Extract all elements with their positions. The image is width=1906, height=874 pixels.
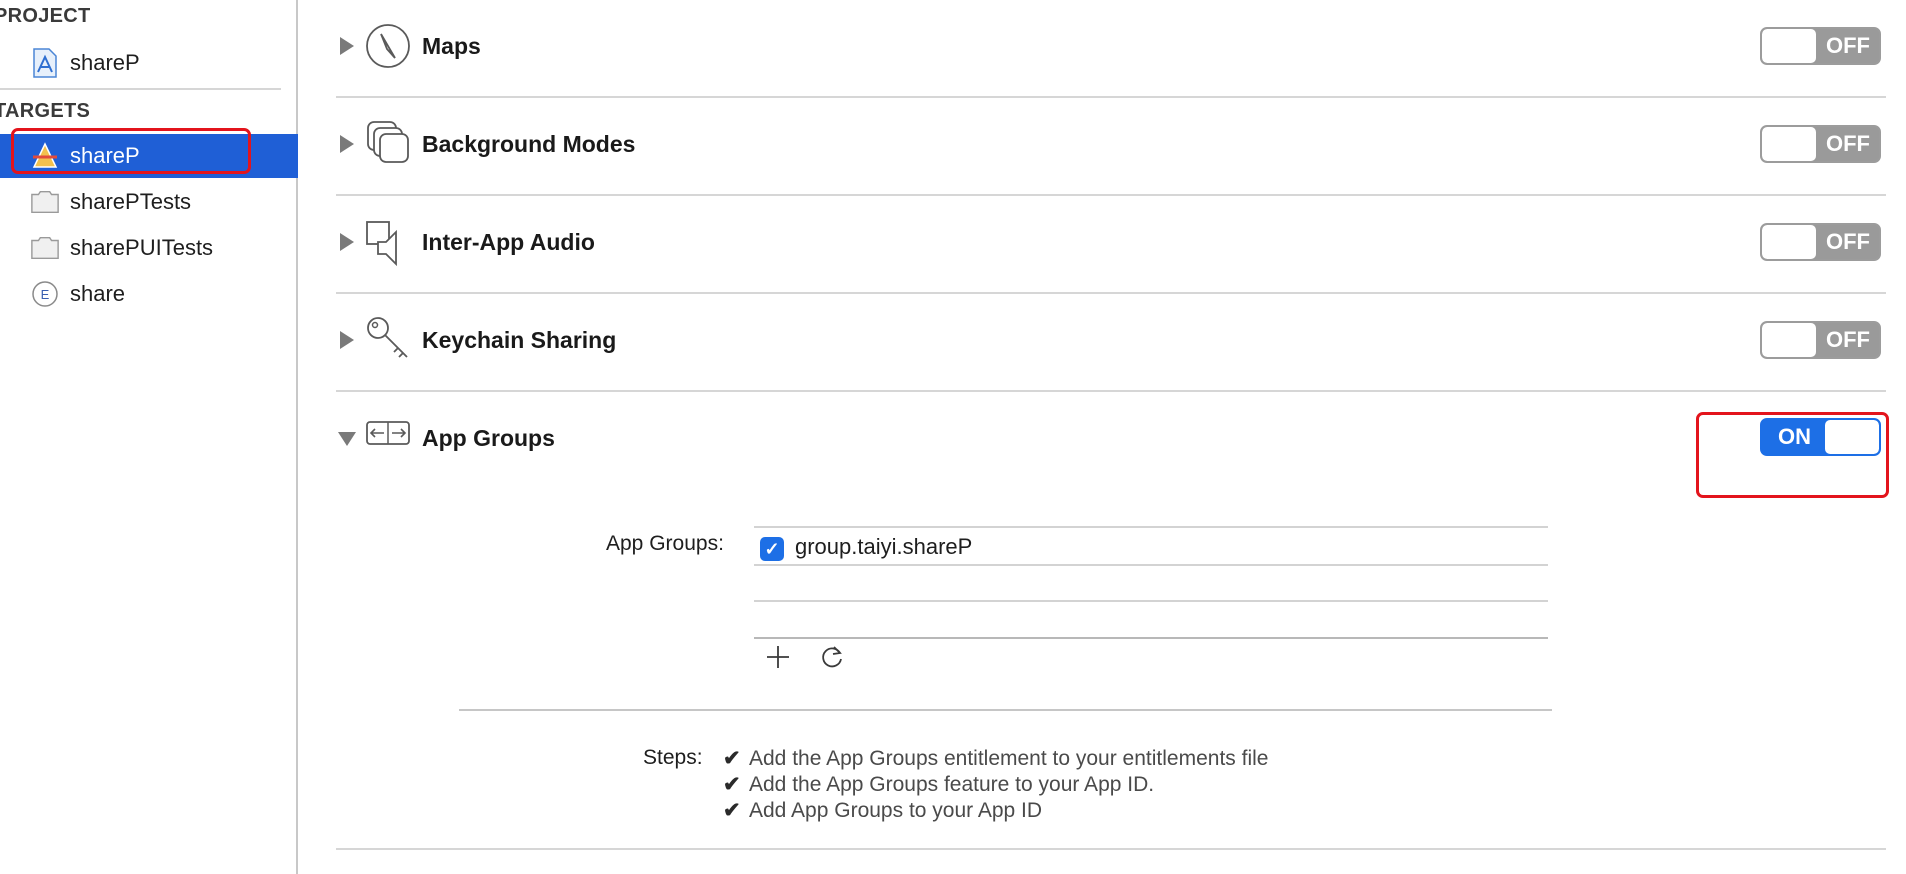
test-bundle-icon bbox=[30, 187, 60, 217]
app-groups-field-label: App Groups: bbox=[606, 532, 724, 555]
step-item: ✔ Add the App Groups entitlement to your … bbox=[723, 747, 1269, 770]
table-row-divider bbox=[754, 600, 1548, 602]
capability-row-maps: Maps OFF bbox=[336, 0, 1886, 98]
keychain-sharing-toggle[interactable]: OFF bbox=[1760, 321, 1881, 359]
svg-text:E: E bbox=[41, 287, 50, 302]
capability-row-keychain-sharing: Keychain Sharing OFF bbox=[336, 294, 1886, 392]
table-row-divider bbox=[754, 564, 1548, 566]
sidebar-item-project-shareP[interactable]: shareP bbox=[0, 41, 298, 85]
selection-highlight-annotation bbox=[11, 128, 251, 174]
keys-icon bbox=[364, 314, 412, 362]
sidebar-item-target-share[interactable]: E share bbox=[0, 272, 298, 316]
toggle-label: OFF bbox=[1826, 33, 1870, 58]
sidebar-item-label: share bbox=[70, 281, 126, 306]
sidebar-item-label: shareP bbox=[70, 50, 140, 75]
stacked-windows-icon bbox=[364, 118, 412, 166]
disclosure-triangle-icon[interactable] bbox=[340, 135, 354, 153]
table-top-border bbox=[754, 526, 1548, 528]
toggle-label: OFF bbox=[1826, 229, 1870, 254]
capability-row-inter-app-audio: Inter-App Audio OFF bbox=[336, 196, 1886, 294]
compass-icon bbox=[364, 22, 412, 70]
disclosure-triangle-icon[interactable] bbox=[340, 331, 354, 349]
section-divider bbox=[0, 88, 281, 90]
test-bundle-icon bbox=[30, 233, 60, 263]
speaker-icon bbox=[364, 216, 412, 267]
table-bottom-border bbox=[754, 637, 1548, 639]
sidebar-item-target-sharePUITests[interactable]: sharePUITests bbox=[0, 226, 298, 270]
step-item: ✔ Add App Groups to your App ID bbox=[723, 799, 1043, 822]
plus-icon[interactable] bbox=[763, 642, 793, 672]
steps-label: Steps: bbox=[643, 746, 703, 769]
refresh-icon[interactable] bbox=[818, 642, 848, 672]
background-modes-toggle[interactable]: OFF bbox=[1760, 125, 1881, 163]
step-item: ✔ Add the App Groups feature to your App … bbox=[723, 773, 1155, 796]
project-section-header: PROJECT bbox=[0, 5, 91, 27]
steps-divider bbox=[459, 709, 1552, 711]
toggle-label: OFF bbox=[1826, 131, 1870, 156]
toggle-highlight-annotation bbox=[1696, 412, 1889, 498]
sidebar-item-label: sharePTests bbox=[70, 189, 192, 214]
toggle-label: OFF bbox=[1826, 327, 1870, 352]
sidebar-item-label: sharePUITests bbox=[70, 235, 214, 260]
capability-row-app-groups: App Groups ON App Groups: ✓ group.taiyi.… bbox=[336, 392, 1886, 850]
disclosure-triangle-icon[interactable] bbox=[340, 37, 354, 55]
capabilities-pane: Maps OFF Background Modes OFF Inter-App … bbox=[298, 0, 1906, 874]
capability-title: App Groups bbox=[422, 425, 555, 451]
capability-title: Inter-App Audio bbox=[422, 229, 595, 255]
disclosure-triangle-icon[interactable] bbox=[340, 233, 354, 251]
group-checkbox[interactable]: ✓ bbox=[760, 537, 784, 561]
inter-app-audio-toggle[interactable]: OFF bbox=[1760, 223, 1881, 261]
capability-title: Background Modes bbox=[422, 131, 636, 157]
capability-title: Keychain Sharing bbox=[422, 327, 617, 353]
app-groups-icon bbox=[364, 418, 412, 458]
sidebar-item-target-sharePTests[interactable]: sharePTests bbox=[0, 180, 298, 224]
capability-row-background-modes: Background Modes OFF bbox=[336, 98, 1886, 196]
disclosure-triangle-open-icon[interactable] bbox=[338, 432, 356, 446]
xcodeproj-file-icon bbox=[30, 48, 60, 78]
targets-section-header: TARGETS bbox=[0, 100, 91, 122]
group-identifier: group.taiyi.shareP bbox=[795, 534, 973, 559]
capability-title: Maps bbox=[422, 33, 481, 59]
maps-toggle[interactable]: OFF bbox=[1760, 27, 1881, 65]
extension-icon: E bbox=[30, 279, 60, 309]
